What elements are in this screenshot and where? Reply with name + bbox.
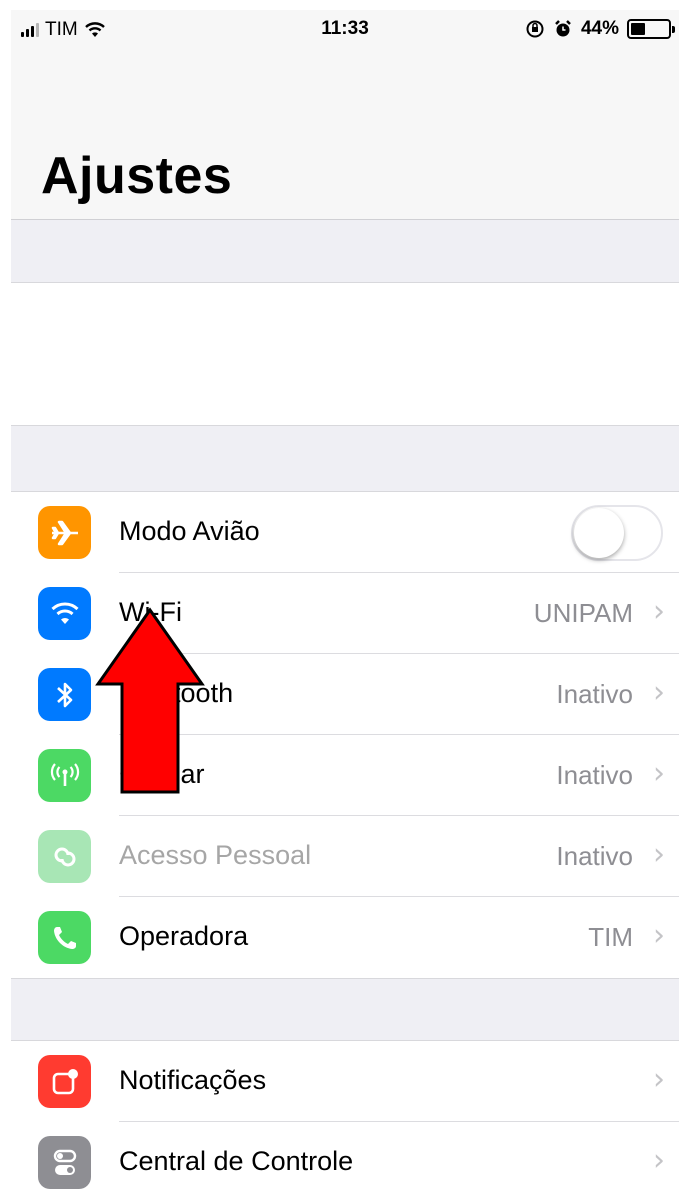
rotation-lock-icon [526,20,544,38]
page-title: Ajustes [41,147,233,205]
notifications-icon [38,1055,91,1108]
status-right: 44% [525,18,675,40]
row-label: Modo Avião [119,516,260,546]
row-label: Wi-Fi [119,597,182,627]
chevron-right-icon: › [653,594,665,629]
phone-icon [38,911,91,964]
chevron-right-icon: › [653,1062,665,1097]
navigation-header: Ajustes [11,50,679,220]
chevron-right-icon: › [653,675,665,710]
wifi-icon [38,587,91,640]
settings-row-acesso-pessoal[interactable]: Acesso Pessoal Inativo › [11,816,679,897]
row-value: Inativo [556,760,633,790]
battery-percent: 44% [580,18,619,39]
battery-icon [627,19,675,39]
row-value: TIM [588,922,633,952]
status-bar: TIM 11:33 44% [11,10,679,50]
settings-row-wifi[interactable]: Wi-Fi UNIPAM › [11,573,679,654]
row-label: Notificações [119,1065,267,1095]
settings-row-central-de-controle[interactable]: Central de Controle › [11,1122,679,1193]
bluetooth-icon [38,668,91,721]
row-value: Inativo [556,841,633,871]
system-group: Notificações › Central de Controle › [11,1040,679,1193]
chevron-right-icon: › [653,756,665,791]
settings-row-notificacoes[interactable]: Notificações › [11,1041,679,1122]
personal-hotspot-icon [38,830,91,883]
airplane-mode-toggle[interactable] [571,505,663,561]
chevron-right-icon: › [653,1143,665,1178]
settings-row-celular[interactable]: Celular Inativo › [11,735,679,816]
row-label: Acesso Pessoal [119,840,312,870]
settings-row-operadora[interactable]: Operadora TIM › [11,897,679,978]
empty-section [11,282,679,426]
row-label: Bluetooth [119,678,234,708]
airplane-icon [38,506,91,559]
control-center-icon [38,1136,91,1189]
connectivity-group: Modo Avião Wi-Fi UNIPAM › Bluetooth Inat… [11,491,679,979]
settings-screen: TIM 11:33 44% Ajustes Modo Avião Wi-Fi U… [11,10,679,1193]
row-value: Inativo [556,679,633,709]
settings-row-modo-aviao[interactable]: Modo Avião [11,492,679,573]
row-label: Celular [119,759,205,789]
chevron-right-icon: › [653,918,665,953]
chevron-right-icon: › [653,837,665,872]
settings-row-bluetooth[interactable]: Bluetooth Inativo › [11,654,679,735]
row-label: Operadora [119,921,249,951]
row-label: Central de Controle [119,1146,354,1176]
row-value: UNIPAM [533,598,633,628]
cellular-antenna-icon [38,749,91,802]
alarm-icon [555,20,571,37]
